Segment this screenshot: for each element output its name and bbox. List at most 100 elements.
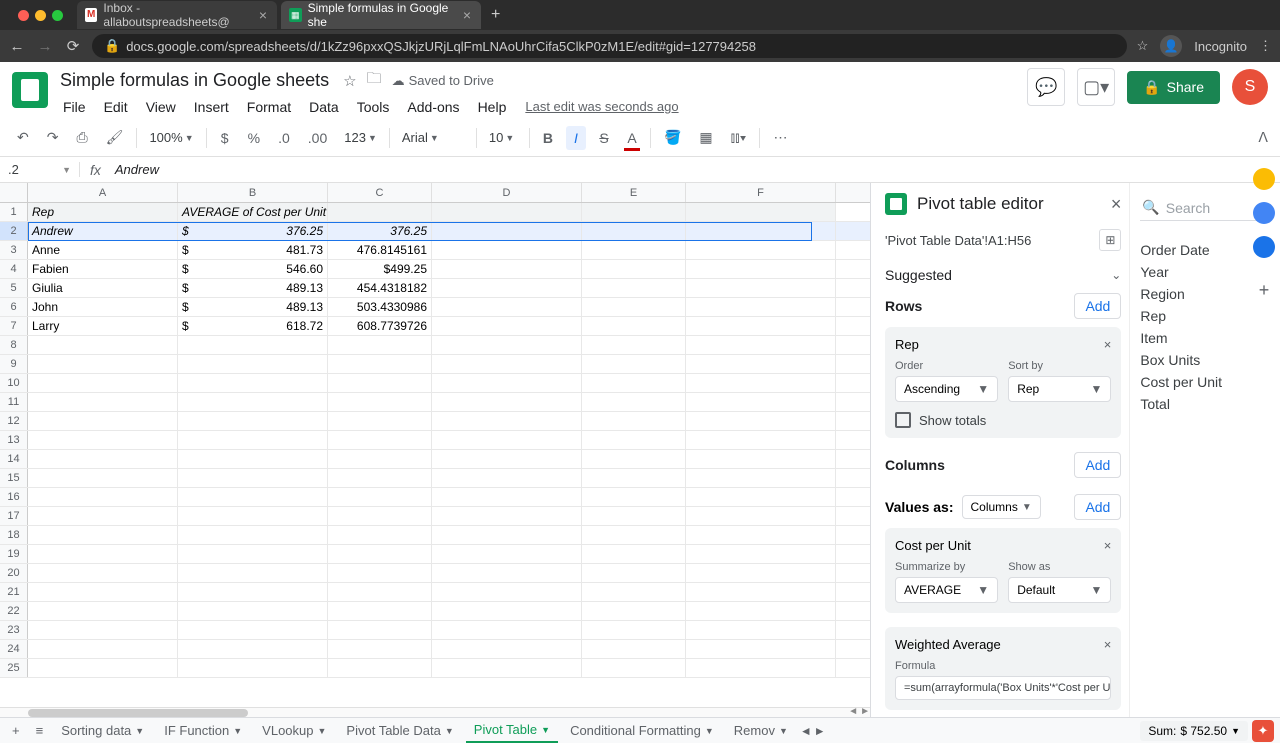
table-row[interactable]: 14	[0, 450, 870, 469]
cell[interactable]: $489.13	[178, 298, 328, 316]
cell[interactable]	[328, 469, 432, 487]
cell[interactable]	[432, 412, 582, 430]
cell[interactable]	[328, 412, 432, 430]
table-row[interactable]: 21	[0, 583, 870, 602]
name-box[interactable]: .2▼	[0, 162, 80, 177]
cell[interactable]	[432, 507, 582, 525]
cell[interactable]	[686, 659, 836, 677]
cell[interactable]	[432, 336, 582, 354]
row-header[interactable]: 1	[0, 203, 28, 221]
table-row[interactable]: 16	[0, 488, 870, 507]
cell[interactable]: $489.13	[178, 279, 328, 297]
cell[interactable]	[582, 507, 686, 525]
cell[interactable]	[432, 659, 582, 677]
cell[interactable]	[432, 583, 582, 601]
cell[interactable]	[432, 545, 582, 563]
fill-color-button[interactable]: 🪣	[659, 125, 686, 150]
add-values-button[interactable]: Add	[1074, 494, 1121, 520]
table-row[interactable]: 7Larry$618.72608.7739726	[0, 317, 870, 336]
cell[interactable]	[432, 469, 582, 487]
tasks-icon[interactable]	[1253, 236, 1275, 258]
cell[interactable]	[432, 450, 582, 468]
table-row[interactable]: 10	[0, 374, 870, 393]
cell[interactable]	[432, 602, 582, 620]
cell[interactable]	[582, 431, 686, 449]
cell[interactable]	[686, 640, 836, 658]
cell[interactable]	[686, 393, 836, 411]
cell[interactable]	[28, 336, 178, 354]
strike-button[interactable]: S	[594, 126, 614, 150]
suggested-label[interactable]: Suggested	[885, 267, 952, 283]
print-button[interactable]: ⎙	[71, 125, 92, 150]
remove-field-button[interactable]: ×	[1104, 637, 1112, 652]
menu-insert[interactable]: Insert	[187, 95, 236, 119]
reload-button[interactable]: ⟳	[64, 37, 82, 55]
showas-select[interactable]: Default▼	[1008, 577, 1111, 603]
cell[interactable]	[28, 450, 178, 468]
borders-button[interactable]: ▦	[694, 125, 717, 150]
cell[interactable]	[686, 317, 836, 335]
cell[interactable]	[582, 450, 686, 468]
cell[interactable]	[432, 564, 582, 582]
cell[interactable]: Fabien	[28, 260, 178, 278]
font-size-select[interactable]: 10▼	[485, 128, 521, 147]
cell[interactable]	[582, 488, 686, 506]
table-row[interactable]: 12	[0, 412, 870, 431]
cell[interactable]	[686, 602, 836, 620]
row-header[interactable]: 5	[0, 279, 28, 297]
minimize-window-icon[interactable]	[35, 10, 46, 21]
cell[interactable]	[686, 279, 836, 297]
cell[interactable]: $499.25	[328, 260, 432, 278]
cell[interactable]	[432, 374, 582, 392]
table-row[interactable]: 19	[0, 545, 870, 564]
more-button[interactable]: ⋯	[768, 125, 792, 150]
table-row[interactable]: 6John$489.13503.4330986	[0, 298, 870, 317]
cell[interactable]: AVERAGE of Cost per Unit Weighted Averag…	[178, 203, 328, 221]
table-row[interactable]: 3Anne$481.73476.8145161	[0, 241, 870, 260]
menu-edit[interactable]: Edit	[97, 95, 135, 119]
cell[interactable]	[432, 317, 582, 335]
row-header[interactable]: 3	[0, 241, 28, 259]
summarize-select[interactable]: AVERAGE▼	[895, 577, 998, 603]
row-header[interactable]: 13	[0, 431, 28, 449]
table-row[interactable]: 25	[0, 659, 870, 678]
cell[interactable]	[328, 393, 432, 411]
column-header[interactable]: E	[582, 183, 686, 202]
row-header[interactable]: 17	[0, 507, 28, 525]
cell[interactable]: 454.4318182	[328, 279, 432, 297]
cell[interactable]	[686, 621, 836, 639]
cell[interactable]	[28, 640, 178, 658]
remove-field-button[interactable]: ×	[1104, 538, 1112, 553]
column-header[interactable]: B	[178, 183, 328, 202]
forward-button[interactable]: →	[36, 38, 54, 55]
cell[interactable]	[686, 374, 836, 392]
table-row[interactable]: 2Andrew$376.25376.25	[0, 222, 870, 241]
cell[interactable]: John	[28, 298, 178, 316]
row-header[interactable]: 11	[0, 393, 28, 411]
cell[interactable]	[28, 545, 178, 563]
add-columns-button[interactable]: Add	[1074, 452, 1121, 478]
cell[interactable]	[582, 526, 686, 544]
column-header[interactable]: D	[432, 183, 582, 202]
cell[interactable]	[178, 336, 328, 354]
close-tab-icon[interactable]: ×	[257, 7, 269, 23]
cell[interactable]: 476.8145161	[328, 241, 432, 259]
cell[interactable]	[328, 203, 432, 221]
move-icon[interactable]: 🗀	[367, 68, 382, 93]
show-totals-checkbox[interactable]	[895, 412, 911, 428]
scroll-right-button[interactable]: ►	[814, 724, 826, 738]
url-input[interactable]: 🔒 docs.google.com/spreadsheets/d/1kZz96p…	[92, 34, 1127, 58]
cell[interactable]	[28, 412, 178, 430]
cell[interactable]	[432, 431, 582, 449]
dec-decimal-button[interactable]: .0	[273, 126, 295, 150]
sheet-tab[interactable]: VLookup▼	[254, 718, 334, 743]
pivot-field-item[interactable]: Cost per Unit	[1140, 371, 1270, 393]
pivot-field-item[interactable]: Total	[1140, 393, 1270, 415]
close-tab-icon[interactable]: ×	[461, 7, 473, 23]
present-button[interactable]: ▢▾	[1077, 68, 1115, 106]
cell[interactable]	[328, 545, 432, 563]
cell[interactable]	[582, 583, 686, 601]
pivot-field-item[interactable]: Rep	[1140, 305, 1270, 327]
back-button[interactable]: ←	[8, 38, 26, 55]
remove-field-button[interactable]: ×	[1104, 337, 1112, 352]
